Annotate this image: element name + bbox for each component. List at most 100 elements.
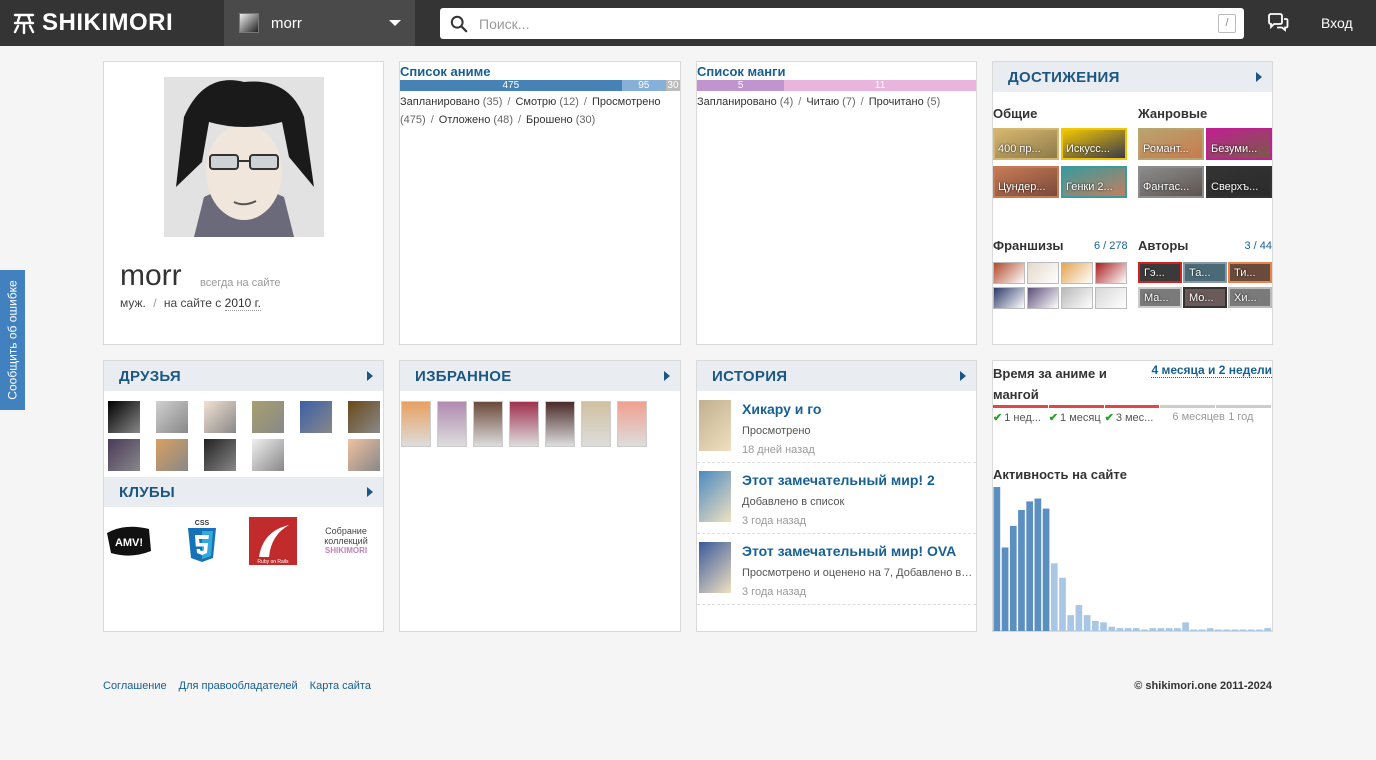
- franchise-tile[interactable]: [1095, 287, 1127, 309]
- search-input[interactable]: [479, 15, 1179, 32]
- activity-bar[interactable]: [1108, 626, 1116, 631]
- author-tile[interactable]: Мо...: [1183, 287, 1227, 308]
- activity-bar[interactable]: [1133, 628, 1140, 631]
- activity-bar[interactable]: [1067, 615, 1075, 631]
- activity-bar[interactable]: [1182, 622, 1189, 631]
- activity-bar[interactable]: [1206, 628, 1214, 631]
- franchise-tile[interactable]: [993, 287, 1025, 309]
- franchise-tile[interactable]: [1095, 262, 1127, 284]
- friend-avatar[interactable]: [252, 401, 284, 433]
- franchise-tile[interactable]: [1027, 262, 1059, 284]
- anime-list-title[interactable]: Список аниме: [400, 64, 680, 79]
- achievement-tile[interactable]: Цундер...: [993, 166, 1059, 198]
- activity-bar[interactable]: [1256, 629, 1263, 632]
- activity-bar[interactable]: [1239, 629, 1247, 632]
- achievement-tile[interactable]: Романт...: [1138, 128, 1204, 160]
- friend-avatar[interactable]: [108, 401, 140, 433]
- list-bar-segment[interactable]: 30: [665, 80, 680, 91]
- chat-icon[interactable]: [1267, 13, 1289, 33]
- achievement-tile[interactable]: Безуми...: [1206, 128, 1272, 160]
- favourite-item[interactable]: [581, 401, 611, 447]
- activity-bar[interactable]: [1001, 547, 1009, 631]
- friend-avatar[interactable]: [204, 439, 236, 471]
- achievement-tile[interactable]: Фантас...: [1138, 166, 1204, 198]
- friend-avatar[interactable]: [108, 439, 140, 471]
- activity-bar[interactable]: [1034, 498, 1042, 631]
- achievement-tile[interactable]: Генки 2...: [1061, 166, 1127, 198]
- activity-bar[interactable]: [1026, 501, 1034, 631]
- activity-bar[interactable]: [1215, 629, 1222, 632]
- history-item[interactable]: Этот замечательный мир! 2 Добавлено в спи…: [697, 463, 976, 534]
- friend-avatar[interactable]: [204, 401, 236, 433]
- activity-bar[interactable]: [993, 487, 1001, 631]
- list-stat-item[interactable]: Запланировано (35): [400, 96, 502, 108]
- favourite-item[interactable]: [401, 401, 431, 447]
- activity-bar[interactable]: [1100, 622, 1107, 631]
- list-stat-item[interactable]: Брошено (30): [526, 114, 595, 126]
- author-tile[interactable]: Та...: [1183, 262, 1227, 283]
- friend-avatar[interactable]: [156, 439, 188, 471]
- history-header[interactable]: ИСТОРИЯ: [697, 361, 976, 391]
- list-bar-segment[interactable]: 475: [400, 80, 622, 91]
- club-amv[interactable]: AMV!: [105, 517, 153, 565]
- activity-bar[interactable]: [1198, 629, 1206, 632]
- activity-bar[interactable]: [1018, 510, 1025, 631]
- footer-link[interactable]: Карта сайта: [310, 680, 371, 692]
- anime-list-bar[interactable]: 475 95 30: [400, 80, 680, 91]
- manga-list-title[interactable]: Список манги: [697, 64, 976, 79]
- list-stat-item[interactable]: Читаю (7): [806, 96, 855, 108]
- friend-avatar[interactable]: [300, 401, 332, 433]
- list-stat-item[interactable]: Смотрю (12): [515, 96, 578, 108]
- logo[interactable]: SHIKIMORI: [0, 0, 224, 46]
- activity-bar[interactable]: [1083, 615, 1091, 631]
- achievement-tile[interactable]: 400 пр...: [993, 128, 1059, 160]
- activity-bar[interactable]: [1042, 508, 1050, 631]
- user-menu[interactable]: morr: [224, 0, 415, 46]
- activity-bar[interactable]: [1247, 629, 1255, 632]
- activity-bar[interactable]: [1165, 628, 1173, 631]
- club-collections[interactable]: Собрание коллекций SHIKIMORI: [321, 517, 371, 565]
- franchise-tile[interactable]: [993, 262, 1025, 284]
- favourite-item[interactable]: [545, 401, 575, 447]
- history-thumbnail[interactable]: [699, 542, 731, 593]
- profile-avatar[interactable]: [164, 77, 324, 237]
- activity-bar[interactable]: [1116, 628, 1124, 631]
- history-thumbnail[interactable]: [699, 471, 731, 522]
- activity-bar[interactable]: [1157, 628, 1165, 631]
- activity-bar[interactable]: [1264, 628, 1271, 631]
- author-tile[interactable]: Ма...: [1138, 287, 1182, 308]
- history-title[interactable]: Хикару и го: [742, 401, 821, 417]
- author-tile[interactable]: Гэ...: [1138, 262, 1182, 283]
- list-stat-item[interactable]: Прочитано (5): [869, 96, 941, 108]
- list-bar-segment[interactable]: 95: [621, 80, 666, 91]
- activity-bar[interactable]: [1149, 628, 1157, 631]
- friend-avatar[interactable]: [252, 439, 284, 471]
- activity-bar[interactable]: [1190, 629, 1198, 632]
- activity-bar[interactable]: [1141, 629, 1148, 632]
- club-ruby-on-rails[interactable]: Ruby on Rails: [249, 517, 297, 565]
- activity-bar[interactable]: [1124, 628, 1132, 631]
- footer-link[interactable]: Для правообладателей: [179, 680, 298, 692]
- history-title[interactable]: Этот замечательный мир! 2: [742, 472, 935, 488]
- manga-list-bar[interactable]: 5 11: [697, 80, 976, 91]
- activity-bar[interactable]: [1091, 620, 1099, 631]
- activity-bar[interactable]: [1050, 563, 1058, 631]
- history-item[interactable]: Этот замечательный мир! OVA Просмотрено и…: [697, 534, 976, 605]
- activity-bar[interactable]: [1231, 629, 1239, 632]
- list-stat-item[interactable]: Отложено (48): [439, 114, 513, 126]
- friend-avatar[interactable]: [348, 439, 380, 471]
- favourite-item[interactable]: [437, 401, 467, 447]
- favourite-item[interactable]: [473, 401, 503, 447]
- feedback-tab[interactable]: Сообщить об ошибке: [0, 270, 25, 410]
- franchise-tile[interactable]: [1027, 287, 1059, 309]
- friend-avatar[interactable]: [156, 401, 188, 433]
- achievement-tile[interactable]: Искусс...: [1061, 128, 1127, 160]
- footer-link[interactable]: Соглашение: [103, 680, 167, 692]
- profile-since-year[interactable]: 2010 г.: [224, 296, 261, 311]
- activity-bar[interactable]: [1059, 577, 1066, 631]
- list-bar-segment[interactable]: 11: [784, 80, 976, 91]
- history-item[interactable]: Хикару и го Просмотрено 18 дней назад: [697, 392, 976, 463]
- franchise-tile[interactable]: [1061, 262, 1093, 284]
- favourite-item[interactable]: [617, 401, 647, 447]
- list-stat-item[interactable]: Запланировано (4): [697, 96, 793, 108]
